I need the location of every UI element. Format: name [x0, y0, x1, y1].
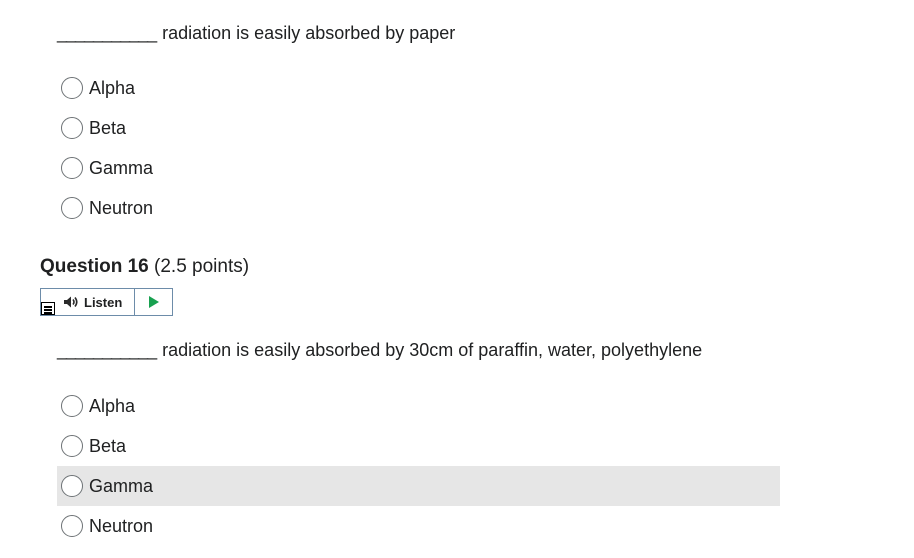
option-label: Neutron [89, 197, 154, 218]
q16-option-gamma[interactable]: Gamma [57, 466, 780, 506]
listen-label: Listen [84, 294, 123, 310]
option-label: Alpha [89, 77, 136, 98]
radio-button[interactable] [61, 157, 83, 179]
question-number: Question 16 [40, 256, 149, 277]
menu-icon[interactable] [41, 302, 55, 315]
question-16-title: Question 16 (2.5 points) [40, 256, 249, 278]
radio-button[interactable] [61, 197, 83, 219]
q15-option-gamma[interactable]: Gamma [57, 148, 780, 188]
q15-option-beta[interactable]: Beta [57, 108, 780, 148]
option-label: Gamma [89, 475, 154, 496]
radio-button[interactable] [61, 117, 83, 139]
option-label: Beta [89, 117, 127, 138]
question-16-options: Alpha Beta Gamma Neutron [57, 386, 780, 546]
listen-widget: Listen [40, 288, 173, 316]
q16-option-neutron[interactable]: Neutron [57, 506, 780, 546]
option-label: Gamma [89, 157, 154, 178]
play-button[interactable] [134, 289, 172, 315]
radio-button[interactable] [61, 435, 83, 457]
question-points: (2.5 points) [154, 256, 250, 277]
q16-option-beta[interactable]: Beta [57, 426, 780, 466]
q15-option-alpha[interactable]: Alpha [57, 68, 780, 108]
answer-blank: ___________ [57, 340, 157, 360]
question-16-text: radiation is easily absorbed by 30cm of … [162, 340, 703, 360]
radio-button[interactable] [61, 77, 83, 99]
question-16-prompt: ___________ radiation is easily absorbed… [57, 340, 702, 361]
question-15-options: Alpha Beta Gamma Neutron [57, 68, 780, 228]
option-label: Neutron [89, 515, 154, 536]
answer-blank: ___________ [57, 23, 157, 43]
question-15-prompt: ___________ radiation is easily absorbed… [57, 23, 455, 44]
play-icon [148, 296, 159, 308]
listen-button[interactable]: Listen [41, 289, 134, 315]
question-15-text: radiation is easily absorbed by paper [162, 23, 456, 43]
option-label: Beta [89, 435, 127, 456]
option-label: Alpha [89, 395, 136, 416]
q16-option-alpha[interactable]: Alpha [57, 386, 780, 426]
radio-button[interactable] [61, 395, 83, 417]
radio-button[interactable] [61, 475, 83, 497]
speaker-icon [64, 296, 78, 308]
radio-button[interactable] [61, 515, 83, 537]
q15-option-neutron[interactable]: Neutron [57, 188, 780, 228]
